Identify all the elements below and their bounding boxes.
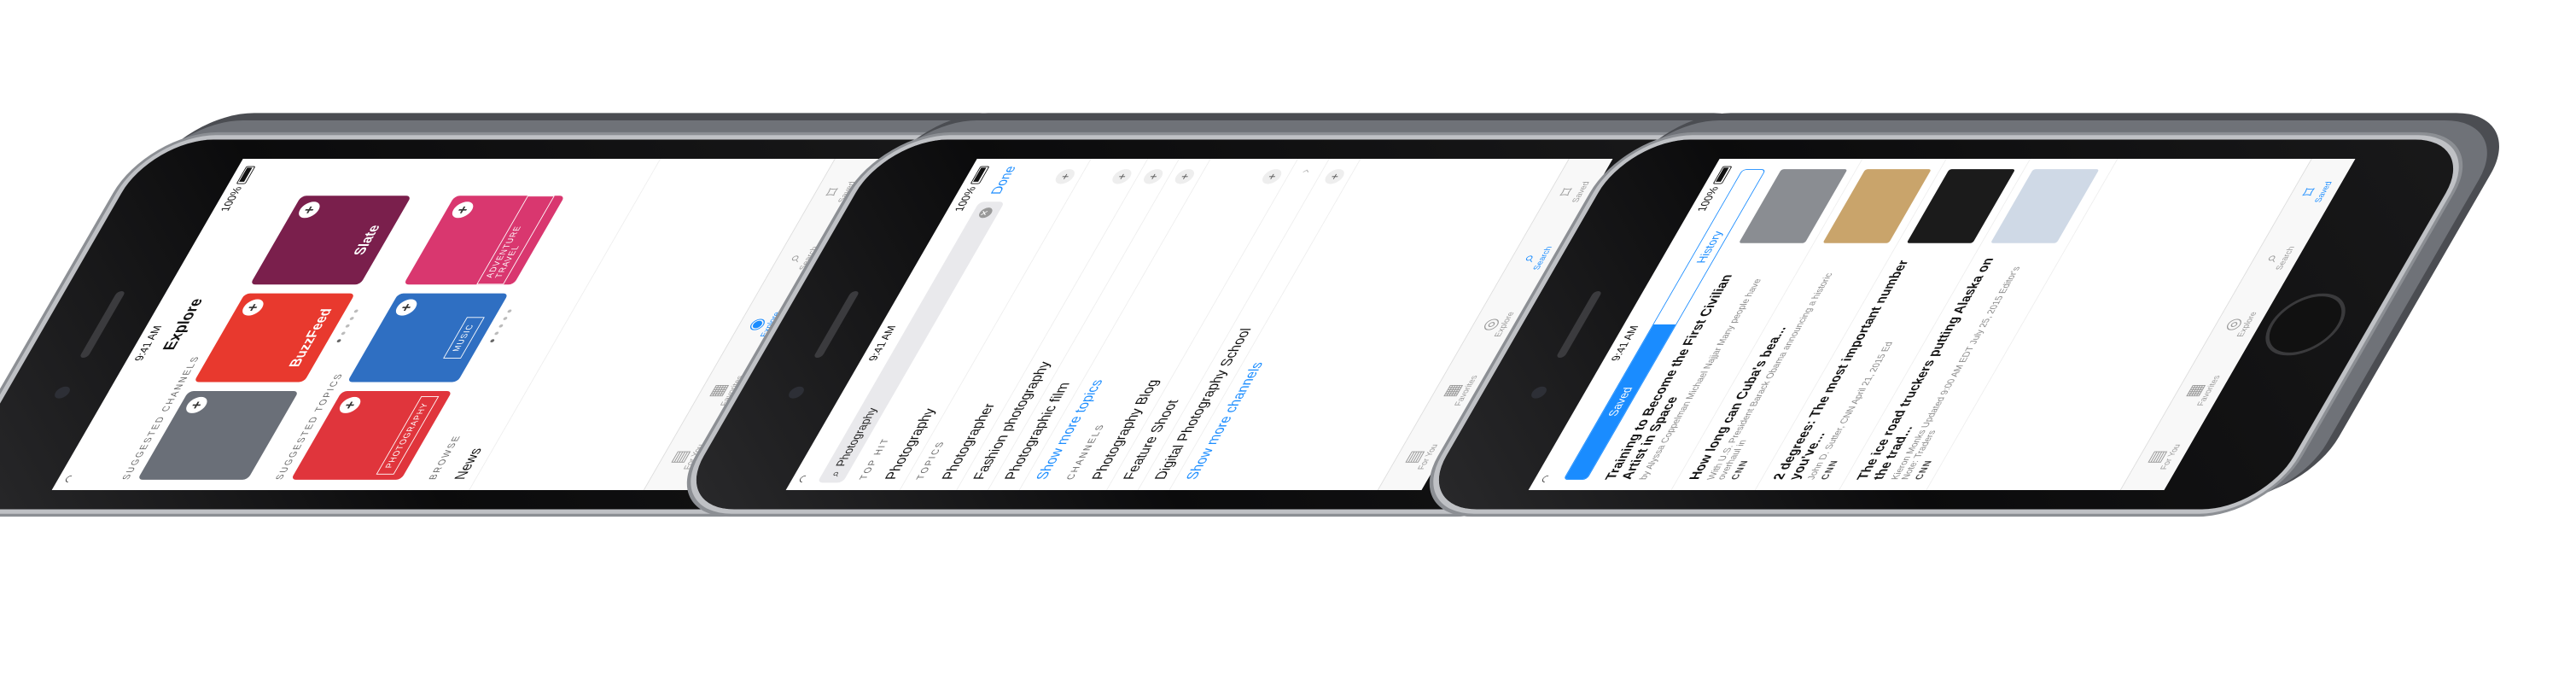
add-icon: + — [1321, 169, 1348, 184]
add-icon: + — [1109, 169, 1135, 184]
add-icon[interactable]: + — [294, 201, 323, 219]
add-icon[interactable]: + — [182, 396, 211, 413]
add-icon: + — [1052, 169, 1078, 184]
add-icon[interactable]: + — [448, 201, 477, 219]
phone-saved: ◠ 9:41 AM 100% Saved History Training to… — [1415, 0, 2477, 695]
wifi-icon: ◠ — [1537, 475, 1554, 483]
phone-search: ◠ 9:41 AM 100% ⌕ Photography ✕ Done TOP … — [673, 0, 1734, 695]
wifi-icon: ◠ — [61, 475, 78, 483]
add-icon: + — [1171, 169, 1198, 184]
wifi-icon: ◠ — [795, 475, 812, 483]
channel-name: Slate — [350, 225, 384, 255]
battery-icon — [1712, 166, 1733, 184]
search-icon: ⌕ — [825, 470, 843, 477]
add-icon: + — [1140, 169, 1167, 184]
add-icon[interactable]: + — [238, 299, 267, 316]
phone-explore: ◠ 9:41 AM 100% Explore SUGGESTED CHANNEL… — [0, 0, 1000, 695]
chevron-right-icon: › — [1297, 169, 1314, 173]
clear-icon[interactable]: ✕ — [976, 207, 995, 219]
add-icon[interactable]: + — [392, 299, 421, 316]
add-icon[interactable]: + — [335, 396, 364, 413]
phone-body: ◠ 9:41 AM 100% Saved History Training to… — [1415, 139, 2477, 510]
add-icon: + — [1259, 169, 1285, 184]
